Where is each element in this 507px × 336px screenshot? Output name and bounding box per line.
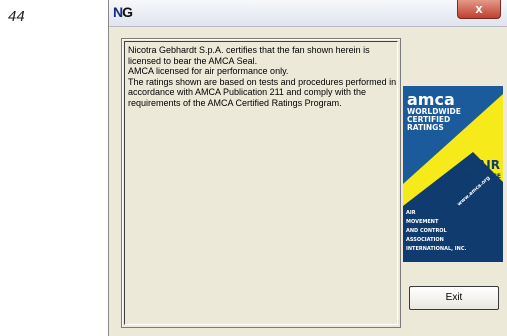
logo-line-ratings: RATINGS bbox=[407, 123, 444, 132]
certification-textbox[interactable]: Nicotra Gebhardt S.p.A. certifies that t… bbox=[121, 38, 401, 328]
exit-button[interactable]: Exit bbox=[409, 286, 499, 310]
logo-assoc-line-1: AIR bbox=[406, 210, 416, 216]
page-number: 44 bbox=[8, 8, 25, 25]
amca-certified-ratings-logo: amca WORLDWIDE CERTIFIED RATINGS AIR PER… bbox=[403, 86, 503, 262]
logo-air: AIR bbox=[477, 158, 500, 172]
window-title: NG bbox=[113, 4, 133, 20]
logo-assoc-line-3: AND CONTROL bbox=[406, 228, 448, 234]
amca-certification-window: NG x Nicotra Gebhardt S.p.A. certifies t… bbox=[108, 0, 507, 336]
title-bar[interactable]: NG x bbox=[109, 0, 507, 27]
close-button[interactable]: x bbox=[457, 0, 501, 19]
logo-assoc-line-4: ASSOCIATION bbox=[406, 237, 444, 243]
title-letter-g: G bbox=[122, 4, 133, 20]
close-icon: x bbox=[475, 1, 483, 16]
title-letter-n: N bbox=[113, 4, 123, 20]
logo-assoc-line-2: MOVEMENT bbox=[406, 219, 439, 225]
certification-text: Nicotra Gebhardt S.p.A. certifies that t… bbox=[128, 45, 397, 108]
logo-performance: PERFORMANCE bbox=[450, 173, 501, 180]
logo-assoc-line-5: INTERNATIONAL, INC. bbox=[406, 246, 467, 252]
